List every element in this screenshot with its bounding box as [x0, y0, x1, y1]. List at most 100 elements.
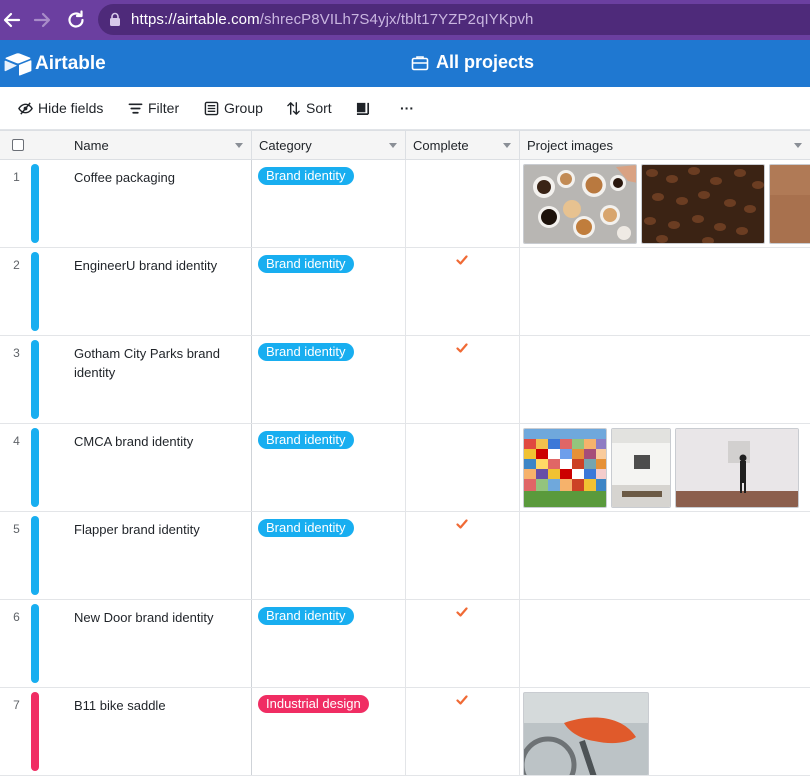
logo-text: Airtable [35, 53, 106, 74]
hide-fields-button[interactable]: Hide fields [18, 99, 103, 117]
back-arrow-icon[interactable] [0, 8, 24, 32]
group-button[interactable]: Group [204, 99, 263, 117]
cell-project-images[interactable] [519, 424, 810, 511]
address-bar[interactable]: https://airtable.com/shrecP8VILh7S4yjx/t… [98, 4, 810, 35]
lock-icon [110, 12, 120, 26]
cell-complete[interactable] [405, 512, 520, 599]
cell-complete[interactable] [405, 688, 520, 775]
forward-arrow-icon[interactable] [30, 8, 54, 32]
category-pill: Brand identity [258, 431, 354, 449]
cell-name[interactable]: Coffee packaging [65, 160, 252, 247]
cell-project-images[interactable] [519, 688, 810, 775]
record-name: Gotham City Parks brand identity [74, 346, 220, 380]
table-row[interactable]: 3 Gotham City Parks brand identity Brand… [0, 336, 810, 424]
more-options-icon: ··· [400, 100, 414, 116]
cell-category[interactable]: Brand identity [251, 160, 406, 247]
column-header-name[interactable]: Name [65, 131, 252, 160]
table-row[interactable]: 5 Flapper brand identity Brand identity [0, 512, 810, 600]
cell-complete[interactable] [405, 160, 520, 247]
image-thumbnail[interactable] [523, 692, 649, 775]
column-header-complete[interactable]: Complete [405, 131, 520, 160]
app-header: Airtable All projects [0, 40, 810, 87]
gallery-visitor-photo [676, 429, 798, 507]
image-thumbnail[interactable] [523, 164, 637, 244]
briefcase-icon [411, 56, 429, 71]
cell-name[interactable]: Gotham City Parks brand identity [65, 336, 252, 423]
coffee-beans-photo [642, 165, 764, 243]
cell-category[interactable]: Brand identity [251, 600, 406, 687]
row-color-bar [31, 516, 39, 595]
sort-button[interactable]: Sort [286, 99, 332, 117]
select-all-header [0, 131, 65, 160]
sort-label: Sort [306, 100, 332, 116]
image-thumbnail[interactable] [523, 428, 607, 508]
cell-project-images[interactable] [519, 336, 810, 423]
gallery-bench-photo [612, 429, 670, 507]
reload-icon[interactable] [64, 8, 88, 32]
image-thumbnail[interactable] [641, 164, 765, 244]
category-pill: Brand identity [258, 519, 354, 537]
checkmark-icon [456, 255, 468, 265]
image-thumbnail[interactable] [611, 428, 671, 508]
airtable-logo-icon [4, 53, 32, 76]
cell-name[interactable]: Flapper brand identity [65, 512, 252, 599]
filter-button[interactable]: Filter [128, 99, 179, 117]
cell-complete[interactable] [405, 424, 520, 511]
record-name: CMCA brand identity [74, 434, 194, 449]
sort-icon [287, 101, 300, 115]
column-label-name: Name [74, 138, 109, 153]
filter-label: Filter [148, 100, 180, 116]
cell-complete[interactable] [405, 248, 520, 335]
column-label-category: Category [259, 138, 312, 153]
select-all-checkbox[interactable] [12, 139, 24, 151]
column-header-category[interactable]: Category [251, 131, 406, 160]
cell-name[interactable]: CMCA brand identity [65, 424, 252, 511]
cell-project-images[interactable] [519, 160, 810, 247]
cell-category[interactable]: Industrial design [251, 688, 406, 775]
group-label: Group [224, 100, 263, 116]
cell-project-images[interactable] [519, 248, 810, 335]
row-color-bar [31, 164, 39, 243]
row-number: 2 [13, 258, 20, 272]
record-name: EngineerU brand identity [74, 258, 218, 273]
chevron-down-icon[interactable] [235, 143, 243, 148]
cell-category[interactable]: Brand identity [251, 424, 406, 511]
record-name: B11 bike saddle [74, 698, 166, 713]
row-number: 4 [13, 434, 20, 448]
bike-saddle-photo [524, 693, 648, 775]
cell-complete[interactable] [405, 600, 520, 687]
image-thumbnail[interactable] [675, 428, 799, 508]
table-row[interactable]: 7 B11 bike saddle Industrial design [0, 688, 810, 776]
row-height-button[interactable] [356, 99, 376, 117]
category-pill: Brand identity [258, 167, 354, 185]
url-host: https://airtable.com [131, 11, 260, 28]
cell-project-images[interactable] [519, 512, 810, 599]
cell-name[interactable]: B11 bike saddle [65, 688, 252, 775]
table-row[interactable]: 4 CMCA brand identity Brand identity [0, 424, 810, 512]
base-title-text: All projects [436, 52, 535, 72]
chevron-down-icon[interactable] [389, 143, 397, 148]
column-header-project-images[interactable]: Project images [519, 131, 810, 160]
cell-category[interactable]: Brand identity [251, 248, 406, 335]
row-number: 3 [13, 346, 20, 360]
cell-complete[interactable] [405, 336, 520, 423]
cell-category[interactable]: Brand identity [251, 512, 406, 599]
more-options-button[interactable]: ··· [400, 99, 414, 117]
coffee-cups-photo [524, 165, 636, 243]
hide-fields-label: Hide fields [38, 100, 104, 116]
colorful-facade-photo [524, 429, 606, 507]
cell-category[interactable]: Brand identity [251, 336, 406, 423]
chevron-down-icon[interactable] [794, 143, 802, 148]
table-row[interactable]: 1 Coffee packaging Brand identity [0, 160, 810, 248]
table-row[interactable]: 2 EngineerU brand identity Brand identit… [0, 248, 810, 336]
table-row[interactable]: 6 New Door brand identity Brand identity [0, 600, 810, 688]
row-number: 7 [13, 698, 20, 712]
image-thumbnail[interactable] [769, 164, 810, 244]
cell-name[interactable]: EngineerU brand identity [65, 248, 252, 335]
record-name: New Door brand identity [74, 610, 214, 625]
checkmark-icon [456, 519, 468, 529]
record-name: Flapper brand identity [74, 522, 200, 537]
cell-project-images[interactable] [519, 600, 810, 687]
cell-name[interactable]: New Door brand identity [65, 600, 252, 687]
chevron-down-icon[interactable] [503, 143, 511, 148]
